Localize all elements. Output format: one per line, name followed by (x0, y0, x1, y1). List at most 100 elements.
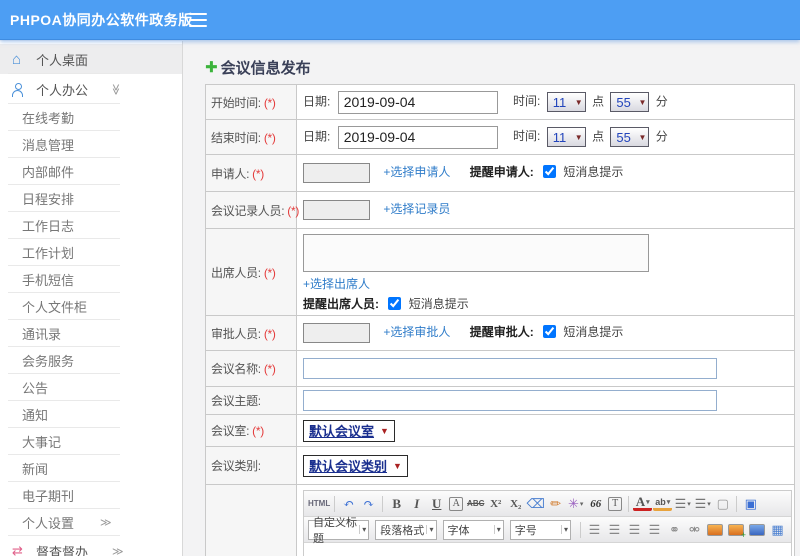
auto-typeset-icon[interactable]: ✳ (566, 494, 585, 513)
sidebar-item-mobile-sms[interactable]: 手机短信 (0, 266, 182, 293)
sidebar-item-meeting-service[interactable]: 会务服务 (0, 347, 182, 374)
choose-recorder-link[interactable]: +选择记录员 (383, 202, 450, 216)
chevron-right-icon: ≫ (100, 517, 112, 529)
field-label: 会议记录人员: (211, 203, 285, 218)
ordered-list-icon[interactable]: ☰ (673, 494, 692, 513)
redo-icon[interactable]: ↷ (359, 494, 378, 513)
new-page-icon[interactable]: ▢ (713, 494, 732, 513)
applicant-input[interactable] (303, 163, 370, 183)
font-family-select[interactable]: 字体 (442, 519, 504, 540)
choose-attendees-link[interactable]: +选择出席人 (303, 277, 370, 291)
select-arrow-icon: ▼ (380, 425, 389, 436)
eraser-icon[interactable]: ⌫ (526, 494, 545, 513)
sidebar-item-supervision[interactable]: ⇄ 督查督办 ≫ (0, 536, 182, 556)
justify-icon[interactable]: ☰ (645, 520, 664, 539)
font-border-icon[interactable]: A (449, 496, 464, 511)
home-icon: ⌂ (12, 50, 22, 68)
chevron-down-icon: ≫ (109, 83, 122, 95)
select-arrow-icon: ▼ (574, 132, 583, 142)
bold-icon[interactable]: B (387, 494, 406, 513)
choose-approver-link[interactable]: +选择审批人 (383, 325, 450, 339)
editor-content-area[interactable] (304, 543, 791, 556)
italic-icon[interactable]: I (407, 494, 426, 513)
unordered-list-icon[interactable]: ☰ (693, 494, 712, 513)
sidebar-item-online-attendance[interactable]: 在线考勤 (0, 104, 182, 131)
start-date-input[interactable] (337, 90, 498, 114)
toolbar-separator (334, 495, 336, 512)
sidebar-item-announcement[interactable]: 公告 (0, 374, 182, 401)
sidebar-item-internal-mail[interactable]: 内部邮件 (0, 158, 182, 185)
link-icon[interactable]: ⚭ (665, 520, 684, 539)
field-label: 审批人员: (211, 326, 261, 341)
field-label: 出席人员: (211, 265, 261, 280)
row-recorder: 会议记录人员: (*) +选择记录员 (205, 191, 795, 229)
select-arrow-icon: ▼ (393, 460, 402, 471)
remind-approver-checkbox[interactable] (543, 325, 557, 339)
sidebar-item-e-journal[interactable]: 电子期刊 (0, 482, 182, 509)
align-center-icon[interactable]: ☰ (605, 520, 624, 539)
snapshot-icon[interactable] (728, 523, 746, 540)
row-applicant: 申请人: (*) +选择申请人 提醒申请人: 短消息提示 (205, 154, 795, 192)
required-mark: (*) (263, 326, 276, 341)
fullscreen-icon[interactable]: ▣ (741, 494, 760, 513)
sidebar-item-message-management[interactable]: 消息管理 (0, 131, 182, 158)
page-header: ✚ 会议信息发布 (205, 57, 800, 77)
main-content: ✚ 会议信息发布 开始时间:(*) 日期: 时间: 11▼ 点 55▼ 分 结束… (184, 41, 800, 556)
meeting-topic-input[interactable] (303, 390, 717, 411)
end-minute-select[interactable]: 55 ▼ (610, 127, 650, 147)
sidebar-item-office[interactable]: 个人办公 ≫ (0, 74, 182, 104)
underline-icon[interactable]: U (427, 494, 446, 513)
remind-applicant-checkbox[interactable] (543, 165, 557, 179)
select-arrow-icon: ▼ (574, 97, 583, 107)
paragraph-format-select[interactable]: 段落格式 (375, 519, 437, 540)
sidebar-item-events[interactable]: 大事记 (0, 428, 182, 455)
attendees-textarea[interactable] (303, 234, 649, 272)
sidebar-item-notice[interactable]: 通知 (0, 401, 182, 428)
format-brush-icon[interactable]: ✏ (546, 494, 565, 513)
required-mark: (*) (263, 130, 276, 145)
image-icon[interactable] (707, 523, 723, 536)
unlink-icon[interactable]: ⚮ (685, 520, 704, 539)
superscript-icon[interactable]: X² (486, 494, 505, 513)
meeting-name-input[interactable] (303, 358, 717, 379)
font-color-icon[interactable]: A (633, 494, 653, 511)
sidebar-item-file-cabinet[interactable]: 个人文件柜 (0, 293, 182, 320)
required-mark: (*) (263, 95, 276, 110)
field-label: 开始时间: (211, 95, 261, 110)
sidebar-item-desktop[interactable]: ⌂ 个人桌面 (0, 44, 182, 74)
row-start-time: 开始时间:(*) 日期: 时间: 11▼ 点 55▼ 分 (205, 84, 795, 120)
meeting-room-select[interactable]: 默认会议室 ▼ (303, 419, 395, 442)
paste-icon[interactable]: T (608, 496, 623, 511)
subscript-icon[interactable]: X₂ (506, 494, 525, 513)
sidebar-item-work-plan[interactable]: 工作计划 (0, 239, 182, 266)
align-right-icon[interactable]: ☰ (625, 520, 644, 539)
highlight-icon[interactable]: ab (653, 496, 673, 511)
html-source-icon[interactable]: HTML (308, 494, 330, 513)
approver-input[interactable] (303, 323, 370, 343)
meeting-category-select[interactable]: 默认会议类别 ▼ (303, 454, 408, 477)
start-hour-select[interactable]: 11 ▼ (546, 92, 586, 112)
sidebar-item-schedule[interactable]: 日程安排 (0, 185, 182, 212)
sidebar-item-news[interactable]: 新闻 (0, 455, 182, 482)
align-left-icon[interactable]: ☰ (585, 520, 604, 539)
start-minute-select[interactable]: 55 ▼ (610, 92, 650, 112)
toolbar-separator (736, 495, 738, 512)
sidebar-item-work-log[interactable]: 工作日志 (0, 212, 182, 239)
hamburger-menu-icon[interactable] (189, 19, 207, 21)
custom-title-select[interactable]: 自定义标题 (308, 517, 370, 545)
media-icon[interactable] (749, 523, 765, 536)
recorder-input[interactable] (303, 200, 370, 220)
choose-applicant-link[interactable]: +选择申请人 (383, 165, 450, 179)
font-size-select[interactable]: 字号 (509, 519, 571, 540)
table-icon[interactable]: ▦ (768, 520, 787, 539)
remind-attendees-checkbox[interactable] (388, 297, 402, 310)
end-date-input[interactable] (337, 125, 498, 149)
end-hour-select[interactable]: 11 ▼ (546, 127, 586, 147)
sidebar-item-contacts[interactable]: 通讯录 (0, 320, 182, 347)
undo-icon[interactable]: ↶ (339, 494, 358, 513)
strikethrough-icon[interactable]: ABC (466, 494, 485, 513)
sidebar-item-settings[interactable]: 个人设置 ≫ (0, 509, 182, 536)
required-mark: (*) (263, 265, 276, 280)
row-meeting-name: 会议名称: (*) (205, 350, 795, 387)
blockquote-icon[interactable]: 66 (586, 494, 605, 513)
